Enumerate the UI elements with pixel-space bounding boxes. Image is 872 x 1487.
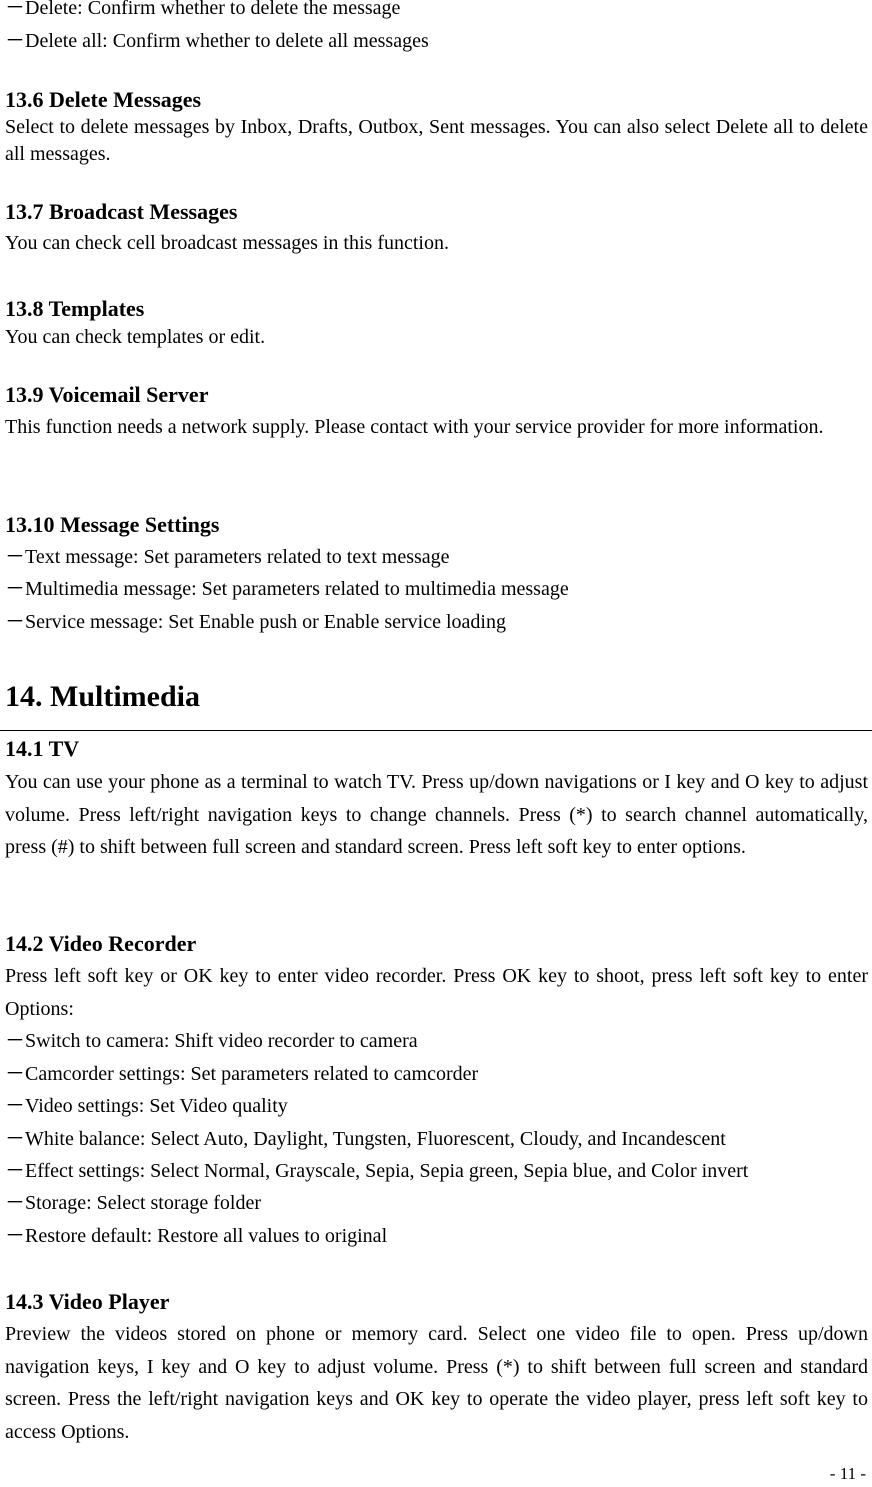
- document-page: －Delete: Confirm whether to delete the m…: [0, 0, 872, 1487]
- section-heading: 13.10 Message Settings: [5, 512, 220, 537]
- list-item: －Storage: Select storage folder: [5, 1192, 262, 1214]
- page-number: - 11 -: [829, 1464, 866, 1483]
- list-item: －White balance: Select Auto, Daylight, T…: [5, 1128, 726, 1150]
- list-item: －Effect settings: Select Normal, Graysca…: [5, 1160, 749, 1182]
- list-item: －Restore default: Restore all values to …: [5, 1225, 388, 1247]
- chapter-heading: 14. Multimedia: [5, 680, 200, 713]
- paragraph: This function needs a network supply. Pl…: [5, 416, 824, 438]
- section-heading: 14.3 Video Player: [5, 1289, 170, 1314]
- list-item: －Switch to camera: Shift video recorder …: [5, 1030, 418, 1052]
- section-heading: 13.7 Broadcast Messages: [5, 199, 238, 224]
- list-item: －Delete all: Confirm whether to delete a…: [5, 30, 429, 52]
- paragraph: Select to delete messages by Inbox, Draf…: [5, 116, 868, 165]
- paragraph: You can use your phone as a terminal to …: [5, 771, 868, 858]
- list-item: －Multimedia message: Set parameters rela…: [5, 578, 569, 600]
- section-heading: 14.2 Video Recorder: [5, 931, 197, 956]
- section-heading: 13.6 Delete Messages: [5, 87, 202, 112]
- list-item: －Service message: Set Enable push or Ena…: [5, 611, 506, 633]
- list-item: －Video settings: Set Video quality: [5, 1095, 288, 1117]
- section-heading: 13.9 Voicemail Server: [5, 382, 209, 407]
- list-item: －Delete: Confirm whether to delete the m…: [5, 0, 401, 19]
- heading-rule: [0, 730, 872, 731]
- paragraph: Press left soft key or OK key to enter v…: [5, 965, 868, 1020]
- list-item: －Camcorder settings: Set parameters rela…: [5, 1063, 479, 1085]
- paragraph: Preview the videos stored on phone or me…: [5, 1323, 868, 1443]
- section-heading: 14.1 TV: [5, 736, 80, 761]
- paragraph: You can check templates or edit.: [5, 326, 266, 348]
- paragraph: You can check cell broadcast messages in…: [5, 232, 449, 254]
- list-item: －Text message: Set parameters related to…: [5, 546, 450, 568]
- section-heading: 13.8 Templates: [5, 296, 145, 321]
